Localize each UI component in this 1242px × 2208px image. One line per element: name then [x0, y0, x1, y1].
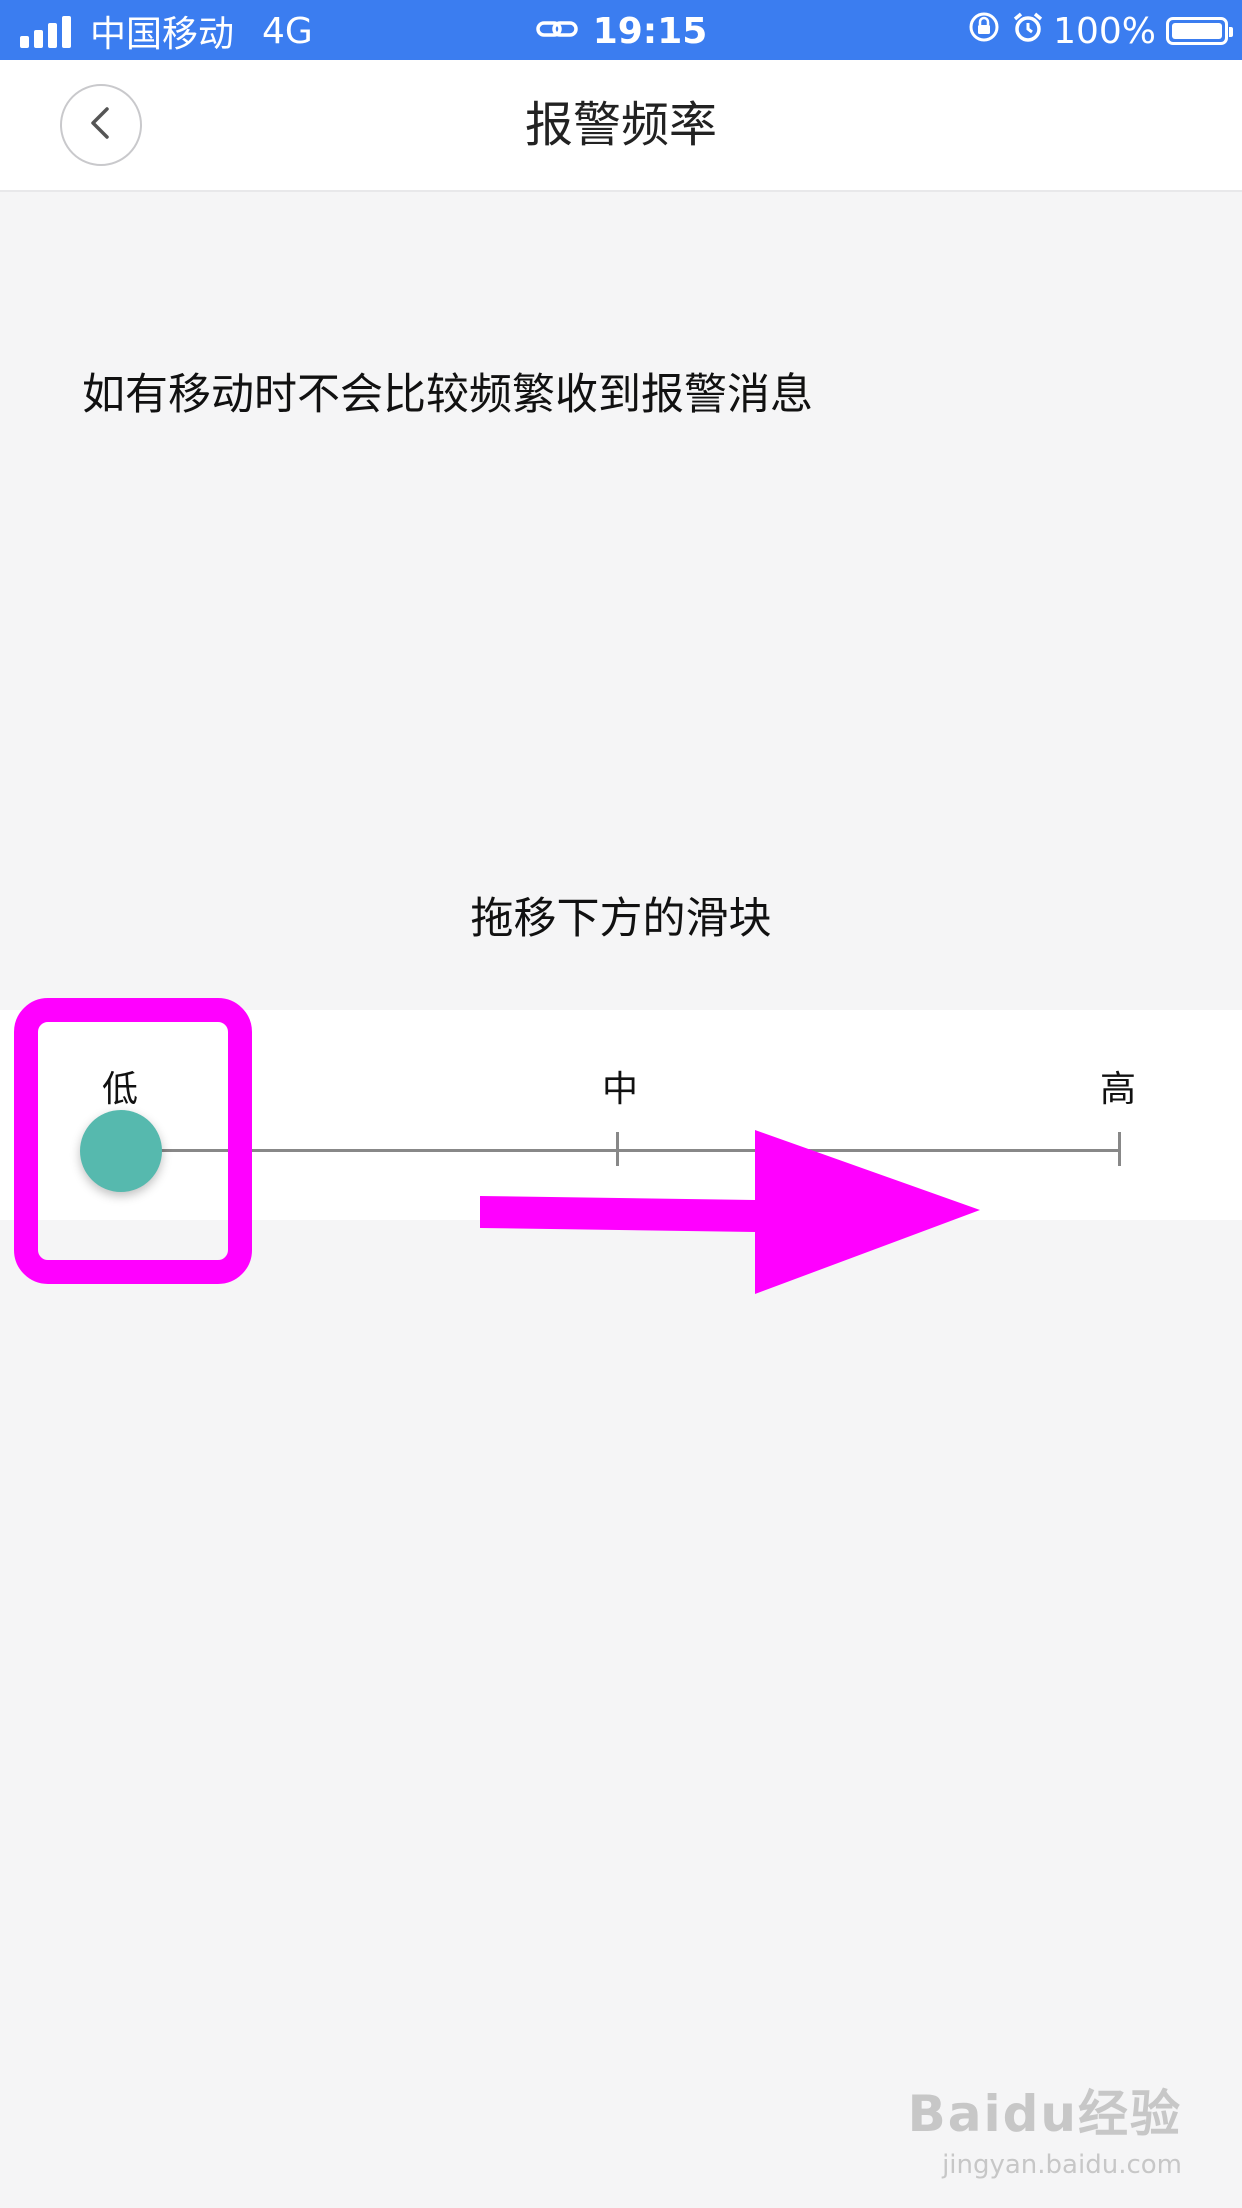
highlight-box-annotation — [14, 998, 252, 1284]
level-label-mid: 中 — [601, 1069, 638, 1110]
link-icon — [535, 11, 579, 52]
network-type: 4G — [262, 10, 313, 52]
status-bar: 中国移动 4G 19:15 100% — [0, 0, 1242, 60]
carrier-name: 中国移动 — [90, 14, 235, 55]
status-left: 中国移动 4G — [20, 6, 313, 56]
battery-icon — [1166, 17, 1233, 45]
level-label-high: 高 — [1099, 1069, 1136, 1110]
screen: 中国移动 4G 19:15 100% 报警频率 如有移动时不会比较频繁收到报警消… — [0, 0, 1242, 2208]
signal-icon — [20, 14, 76, 48]
alarm-icon — [1011, 10, 1045, 53]
watermark-url: jingyan.baidu.com — [942, 2150, 1182, 2180]
rotation-lock-icon — [967, 10, 1001, 53]
instruction-text: 拖移下方的滑块 — [470, 894, 772, 944]
slider-tick-high — [1118, 1132, 1121, 1166]
status-right: 100% — [967, 6, 1233, 56]
nav-bar: 报警频率 — [0, 60, 1242, 192]
description-text: 如有移动时不会比较频繁收到报警消息 — [82, 370, 813, 420]
status-time: 19:15 — [592, 10, 708, 52]
battery-percent: 100% — [1053, 10, 1156, 52]
watermark: Baidu经验 jingyan.baidu.com — [908, 2074, 1182, 2180]
page-title: 报警频率 — [524, 97, 717, 153]
watermark-logo: Baidu经验 — [907, 2085, 1182, 2143]
arrow-right-annotation — [480, 1130, 980, 1294]
